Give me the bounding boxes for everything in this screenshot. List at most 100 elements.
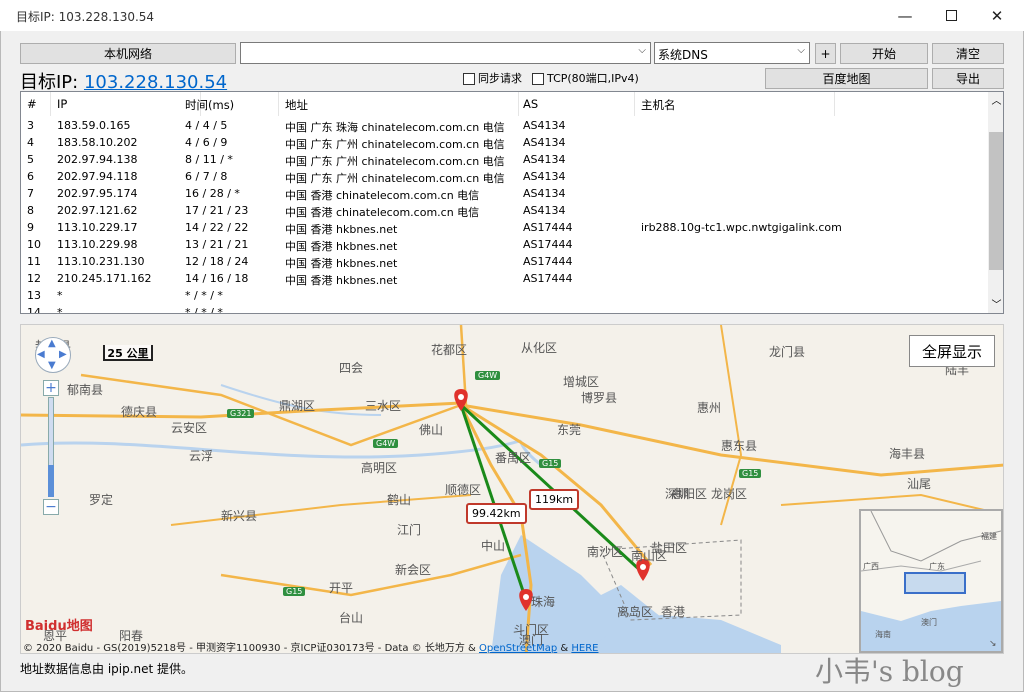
fullscreen-button[interactable]: 全屏显示 bbox=[909, 335, 995, 367]
cell-time: 8 / 11 / * bbox=[185, 153, 233, 166]
vertical-scrollbar[interactable]: ︿ ﹀ bbox=[988, 92, 1003, 313]
highway bbox=[170, 494, 472, 526]
cell-index: 4 bbox=[27, 136, 34, 149]
maximize-button[interactable] bbox=[928, 0, 974, 31]
minimap-label: 福建 bbox=[981, 532, 997, 541]
minimap-toggle-icon[interactable]: ↘ bbox=[989, 639, 997, 649]
export-button[interactable]: 导出 bbox=[932, 68, 1004, 89]
pan-down-icon[interactable]: ▼ bbox=[48, 360, 56, 371]
cell-address: 中国 香港 hkbnes.net bbox=[285, 223, 398, 236]
place-label: 开平 bbox=[329, 581, 354, 595]
cell-time: 17 / 21 / 23 bbox=[185, 204, 249, 217]
road-badge: G321 bbox=[227, 409, 255, 418]
cell-time: * / * / * bbox=[185, 306, 223, 314]
cell-as: AS17444 bbox=[523, 272, 573, 285]
cell-address: 中国 广东 广州 chinatelecom.com.cn 电信 bbox=[285, 155, 505, 168]
column-header-index[interactable]: # bbox=[21, 92, 51, 116]
distance-label: 119km bbox=[529, 489, 580, 510]
pan-up-icon[interactable]: ▲ bbox=[48, 338, 56, 349]
here-link[interactable]: HERE bbox=[571, 643, 598, 653]
cell-as: AS4134 bbox=[523, 204, 566, 217]
place-label: 从化区 bbox=[521, 341, 558, 355]
column-header-time[interactable]: 时间(ms) bbox=[179, 92, 279, 116]
place-label: 高明区 bbox=[361, 461, 398, 475]
pan-left-icon[interactable]: ◀ bbox=[37, 349, 45, 360]
scroll-thumb[interactable] bbox=[989, 132, 1003, 270]
column-header-hostname[interactable]: 主机名 bbox=[635, 92, 835, 116]
tcp-checkbox[interactable] bbox=[532, 73, 544, 85]
column-header-as[interactable]: AS bbox=[517, 92, 635, 116]
place-label: 新兴县 bbox=[221, 509, 258, 523]
highway bbox=[220, 553, 522, 597]
sync-request-option[interactable]: 同步请求 bbox=[463, 70, 522, 86]
place-label: 深圳 bbox=[665, 487, 690, 501]
zoom-in-button[interactable]: + bbox=[43, 380, 59, 396]
place-label: 离岛区 bbox=[617, 605, 654, 619]
trace-table[interactable]: # IP 时间(ms) 地址 AS 主机名 3 183.59.0.165 4 / 4… bbox=[20, 91, 1004, 314]
minimize-button[interactable]: — bbox=[882, 0, 928, 31]
pan-control[interactable]: ▲ ▼ ◀ ▶ bbox=[35, 337, 71, 373]
chevron-down-icon[interactable]: ⌵ bbox=[638, 45, 646, 56]
cell-as: AS4134 bbox=[523, 187, 566, 200]
scroll-up-icon[interactable]: ︿ bbox=[988, 92, 1003, 109]
scroll-down-icon[interactable]: ﹀ bbox=[988, 296, 1003, 313]
cell-ip: * bbox=[57, 306, 63, 314]
distance-label: 99.42km bbox=[466, 503, 527, 524]
cell-index: 3 bbox=[27, 119, 34, 132]
table-row[interactable]: 6 202.97.94.118 6 / 7 / 8 中国 广东 广州 chinatel… bbox=[21, 169, 987, 186]
chevron-down-icon[interactable]: ⌵ bbox=[797, 45, 805, 56]
baidu-map-button[interactable]: 百度地图 bbox=[765, 68, 928, 89]
table-row[interactable]: 4 183.58.10.202 4 / 6 / 9 中国 广东 广州 chinatel… bbox=[21, 135, 987, 152]
place-label: 番禺区 bbox=[495, 451, 532, 465]
cell-address: 中国 广东 广州 chinatelecom.com.cn 电信 bbox=[285, 172, 505, 185]
place-label: 盐田区 bbox=[651, 541, 688, 555]
road-badge: G4W bbox=[475, 371, 501, 380]
place-label: 中山 bbox=[481, 539, 506, 553]
cell-as: AS4134 bbox=[523, 170, 566, 183]
table-row[interactable]: 5 202.97.94.138 8 / 11 / * 中国 广东 广州 chinate… bbox=[21, 152, 987, 169]
add-button[interactable]: + bbox=[815, 43, 836, 64]
table-row[interactable]: 12 210.245.171.162 14 / 16 / 18 中国 香港 hkbne… bbox=[21, 271, 987, 288]
clear-button[interactable]: 清空 bbox=[932, 43, 1004, 64]
osm-link[interactable]: OpenStreetMap bbox=[479, 643, 557, 653]
overview-minimap[interactable]: 广西 福建 广东 海南 澳门 ↘ bbox=[859, 509, 1003, 653]
place-label: 汕尾 bbox=[907, 477, 932, 491]
minimap-label: 澳门 bbox=[921, 618, 937, 627]
start-button[interactable]: 开始 bbox=[840, 43, 928, 64]
cell-ip: * bbox=[57, 289, 63, 302]
place-label: 顺德区 bbox=[445, 483, 482, 497]
maximize-icon bbox=[945, 10, 957, 21]
table-row[interactable]: 7 202.97.95.174 16 / 28 / * 中国 香港 chinatele… bbox=[21, 186, 987, 203]
copyright-amp: & bbox=[560, 643, 569, 654]
close-button[interactable]: ✕ bbox=[974, 0, 1020, 31]
place-label: 惠东县 bbox=[721, 439, 758, 453]
cell-index: 11 bbox=[27, 255, 41, 268]
tcp-option[interactable]: TCP(80端口,IPv4) bbox=[532, 70, 639, 86]
table-row[interactable]: 3 183.59.0.165 4 / 4 / 5 中国 广东 珠海 chinatele… bbox=[21, 118, 987, 135]
cell-ip: 202.97.121.62 bbox=[57, 204, 138, 217]
table-row[interactable]: 13 * * / * / * bbox=[21, 288, 987, 305]
cell-time: 6 / 7 / 8 bbox=[185, 170, 228, 183]
copyright-text: © 2020 Baidu - GS(2019)5218号 - 甲测资字11009… bbox=[23, 643, 476, 654]
table-row[interactable]: 10 113.10.229.98 13 / 21 / 21 中国 香港 hkbnes.… bbox=[21, 237, 987, 254]
local-network-button[interactable]: 本机网络 bbox=[20, 43, 236, 64]
dns-select[interactable]: 系统DNS ⌵ bbox=[654, 42, 810, 64]
target-input[interactable]: ⌵ bbox=[240, 42, 651, 64]
tcp-label: TCP(80端口,IPv4) bbox=[547, 72, 639, 85]
table-row[interactable]: 9 113.10.229.17 14 / 22 / 22 中国 香港 hkbnes.n… bbox=[21, 220, 987, 237]
zoom-out-button[interactable]: − bbox=[43, 499, 59, 515]
table-row[interactable]: 11 113.10.231.130 12 / 18 / 24 中国 香港 hkbnes… bbox=[21, 254, 987, 271]
table-row[interactable]: 14 * * / * / * bbox=[21, 305, 987, 314]
map-copyright: © 2020 Baidu - GS(2019)5218号 - 甲测资字11009… bbox=[23, 639, 599, 654]
pan-right-icon[interactable]: ▶ bbox=[59, 349, 67, 360]
place-label: 郁南县 bbox=[67, 383, 104, 397]
table-row[interactable]: 8 202.97.121.62 17 / 21 / 23 中国 香港 chinatel… bbox=[21, 203, 987, 220]
cell-index: 6 bbox=[27, 170, 34, 183]
target-ip-link[interactable]: 103.228.130.54 bbox=[84, 72, 227, 93]
map-view[interactable]: 封开县郁南县德庆县云安区云浮罗定新兴县四会花都区鼎湖区三水区佛山高明区鹤山江门新… bbox=[20, 324, 1004, 654]
sync-request-checkbox[interactable] bbox=[463, 73, 475, 85]
place-label: 云安区 bbox=[171, 421, 208, 435]
cell-index: 10 bbox=[27, 238, 41, 251]
zoom-slider-fill bbox=[48, 465, 54, 497]
column-header-address[interactable]: 地址 bbox=[279, 92, 519, 116]
